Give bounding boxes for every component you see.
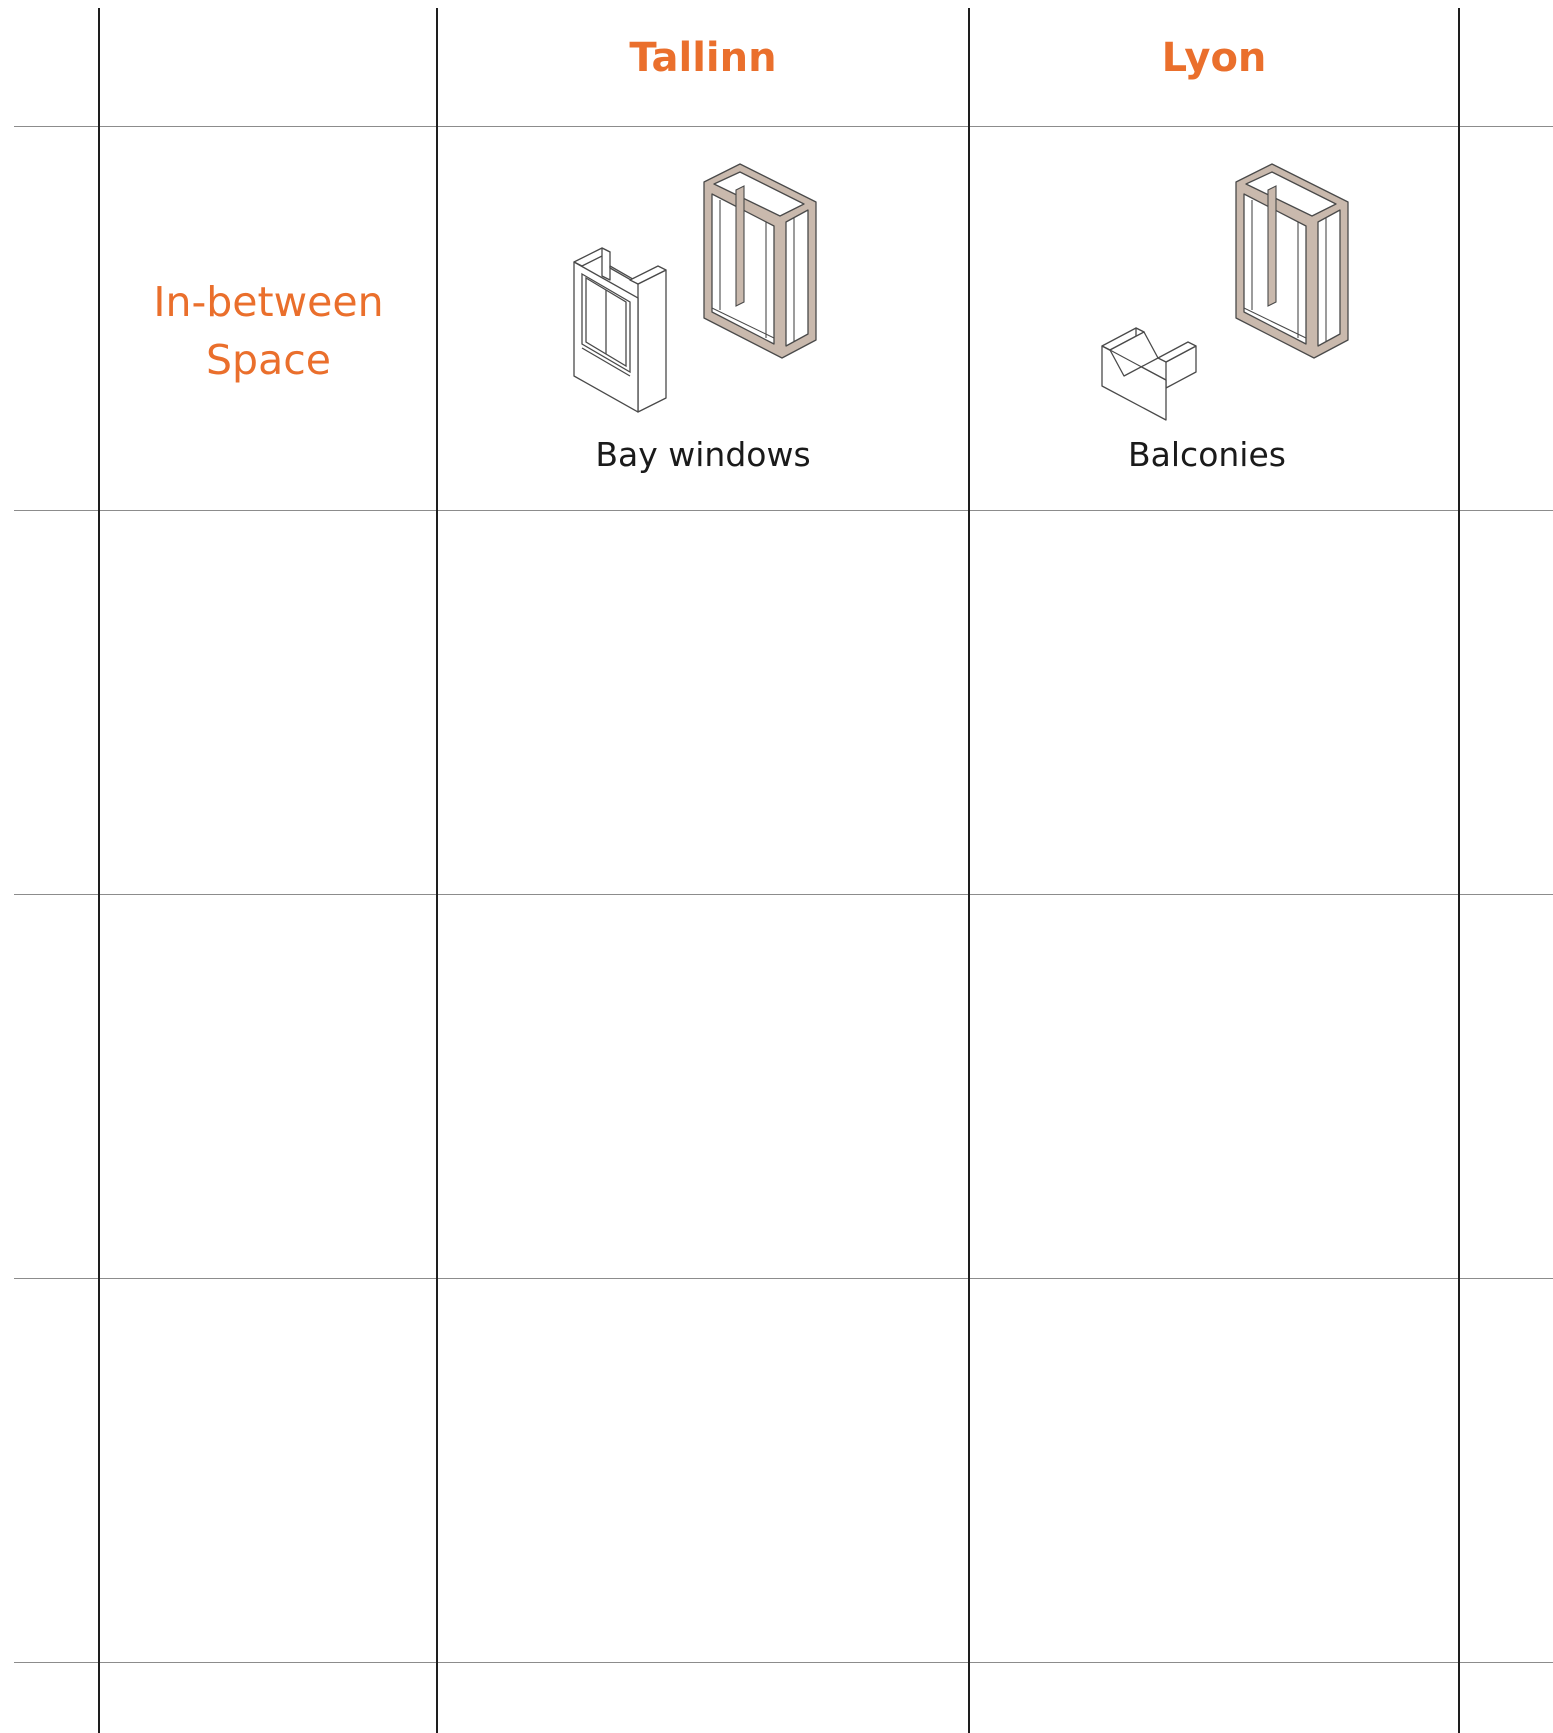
column-header-tallinn: Tallinn [629, 35, 777, 81]
row-label-line: In-between [153, 278, 384, 326]
row-divider [14, 1278, 1553, 1279]
column-divider [436, 8, 438, 1733]
row-label-line: Space [206, 336, 331, 384]
row-divider [14, 894, 1553, 895]
caption-balconies: Balconies [1128, 435, 1286, 474]
row-divider [14, 1662, 1553, 1663]
column-divider [98, 8, 100, 1733]
balcony-icon [1101, 327, 1197, 421]
caption-bay-windows: Bay windows [595, 435, 811, 474]
column-header-lyon: Lyon [1161, 35, 1267, 81]
frame-icon [1235, 163, 1349, 359]
column-divider [968, 8, 970, 1733]
column-divider [1458, 8, 1460, 1733]
row-label-in-between-space: In-between Space [100, 273, 437, 389]
frame-icon [703, 163, 817, 359]
bay-window-icon [573, 247, 667, 413]
row-divider [14, 126, 1553, 127]
row-divider [14, 510, 1553, 511]
